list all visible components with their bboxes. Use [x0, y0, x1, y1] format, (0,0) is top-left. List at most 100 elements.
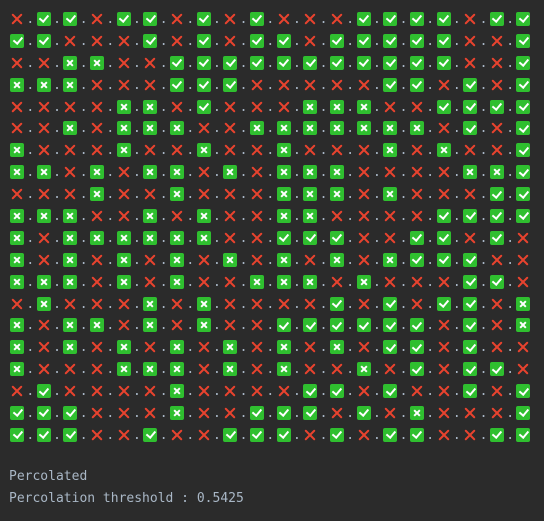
full-site-check-icon [409, 318, 424, 333]
closed-site-icon [437, 121, 451, 135]
cell-separator [77, 144, 90, 158]
cell-separator [104, 35, 117, 49]
cell-separator [397, 210, 410, 224]
cell-separator [157, 166, 170, 180]
cell-separator [317, 35, 330, 49]
cell-separator [344, 79, 357, 93]
cell-separator [51, 341, 64, 355]
full-site-check-icon [36, 33, 51, 48]
cell-separator [504, 276, 517, 290]
full-site-check-icon [409, 77, 424, 92]
open-site-box-icon [169, 121, 184, 136]
full-site-check-icon [463, 384, 478, 399]
cell-separator [104, 298, 117, 312]
closed-site-icon [277, 78, 291, 92]
open-site-box-icon [63, 77, 78, 92]
cell-separator [104, 385, 117, 399]
cell-separator [237, 210, 250, 224]
full-site-check-icon [516, 33, 531, 48]
closed-site-icon [490, 384, 504, 398]
cell-separator [264, 101, 277, 115]
full-site-check-icon [409, 55, 424, 70]
full-site-check-icon [10, 427, 24, 442]
full-site-check-icon [516, 77, 531, 92]
cell-separator [504, 188, 517, 202]
closed-site-icon [410, 297, 424, 311]
cell-separator [477, 298, 490, 312]
closed-site-icon [63, 100, 77, 114]
closed-site-icon [303, 362, 317, 376]
full-site-check-icon [383, 340, 398, 355]
cell-separator [344, 144, 357, 158]
cell-separator [344, 385, 357, 399]
full-site-check-icon [463, 362, 478, 377]
grid-row [10, 358, 530, 380]
cell-separator [104, 188, 117, 202]
closed-site-icon [170, 318, 184, 332]
cell-separator [184, 319, 197, 333]
cell-separator [291, 166, 304, 180]
cell-separator [477, 429, 490, 443]
cell-separator [477, 210, 490, 224]
cell-separator [131, 407, 144, 421]
cell-separator [477, 385, 490, 399]
full-site-check-icon [36, 405, 51, 420]
full-site-check-icon [516, 405, 531, 420]
cell-separator [237, 363, 250, 377]
cell-separator [104, 79, 117, 93]
cell-separator [24, 363, 37, 377]
cell-separator [397, 57, 410, 71]
cell-separator [504, 319, 517, 333]
cell-separator [51, 35, 64, 49]
cell-separator [157, 101, 170, 115]
cell-separator [504, 385, 517, 399]
cell-separator [211, 341, 224, 355]
full-site-check-icon [276, 427, 291, 442]
closed-site-icon [357, 340, 371, 354]
closed-site-icon [303, 12, 317, 26]
open-site-box-icon [10, 340, 24, 355]
closed-site-icon [463, 12, 477, 26]
closed-site-icon [516, 275, 530, 289]
cell-separator [51, 407, 64, 421]
open-site-box-icon [303, 187, 318, 202]
cell-separator [504, 79, 517, 93]
full-site-check-icon [516, 11, 531, 26]
cell-separator [451, 79, 464, 93]
open-site-box-icon [143, 208, 158, 223]
cell-separator [237, 298, 250, 312]
closed-site-icon [357, 428, 371, 442]
closed-site-icon [197, 406, 211, 420]
cell-separator [211, 276, 224, 290]
cell-separator [51, 385, 64, 399]
cell-separator [424, 407, 437, 421]
cell-separator [317, 385, 330, 399]
closed-site-icon [357, 165, 371, 179]
full-site-check-icon [409, 340, 424, 355]
closed-site-icon [357, 231, 371, 245]
closed-site-icon [197, 340, 211, 354]
cell-separator [424, 35, 437, 49]
closed-site-icon [90, 406, 104, 420]
cell-separator [397, 144, 410, 158]
cell-separator [317, 122, 330, 136]
cell-separator [424, 254, 437, 268]
open-site-box-icon [36, 165, 51, 180]
cell-separator [504, 298, 517, 312]
cell-separator [131, 341, 144, 355]
full-site-check-icon [329, 318, 344, 333]
closed-site-icon [490, 253, 504, 267]
cell-separator [477, 166, 490, 180]
full-site-check-icon [516, 384, 531, 399]
cell-separator [77, 210, 90, 224]
closed-site-icon [357, 253, 371, 267]
cell-separator [477, 232, 490, 246]
cell-separator [184, 254, 197, 268]
cell-separator [504, 13, 517, 27]
open-site-box-icon [516, 296, 531, 311]
cell-separator [104, 166, 117, 180]
open-site-box-icon [116, 121, 131, 136]
closed-site-icon [250, 384, 264, 398]
cell-separator [237, 144, 250, 158]
cell-separator [264, 407, 277, 421]
